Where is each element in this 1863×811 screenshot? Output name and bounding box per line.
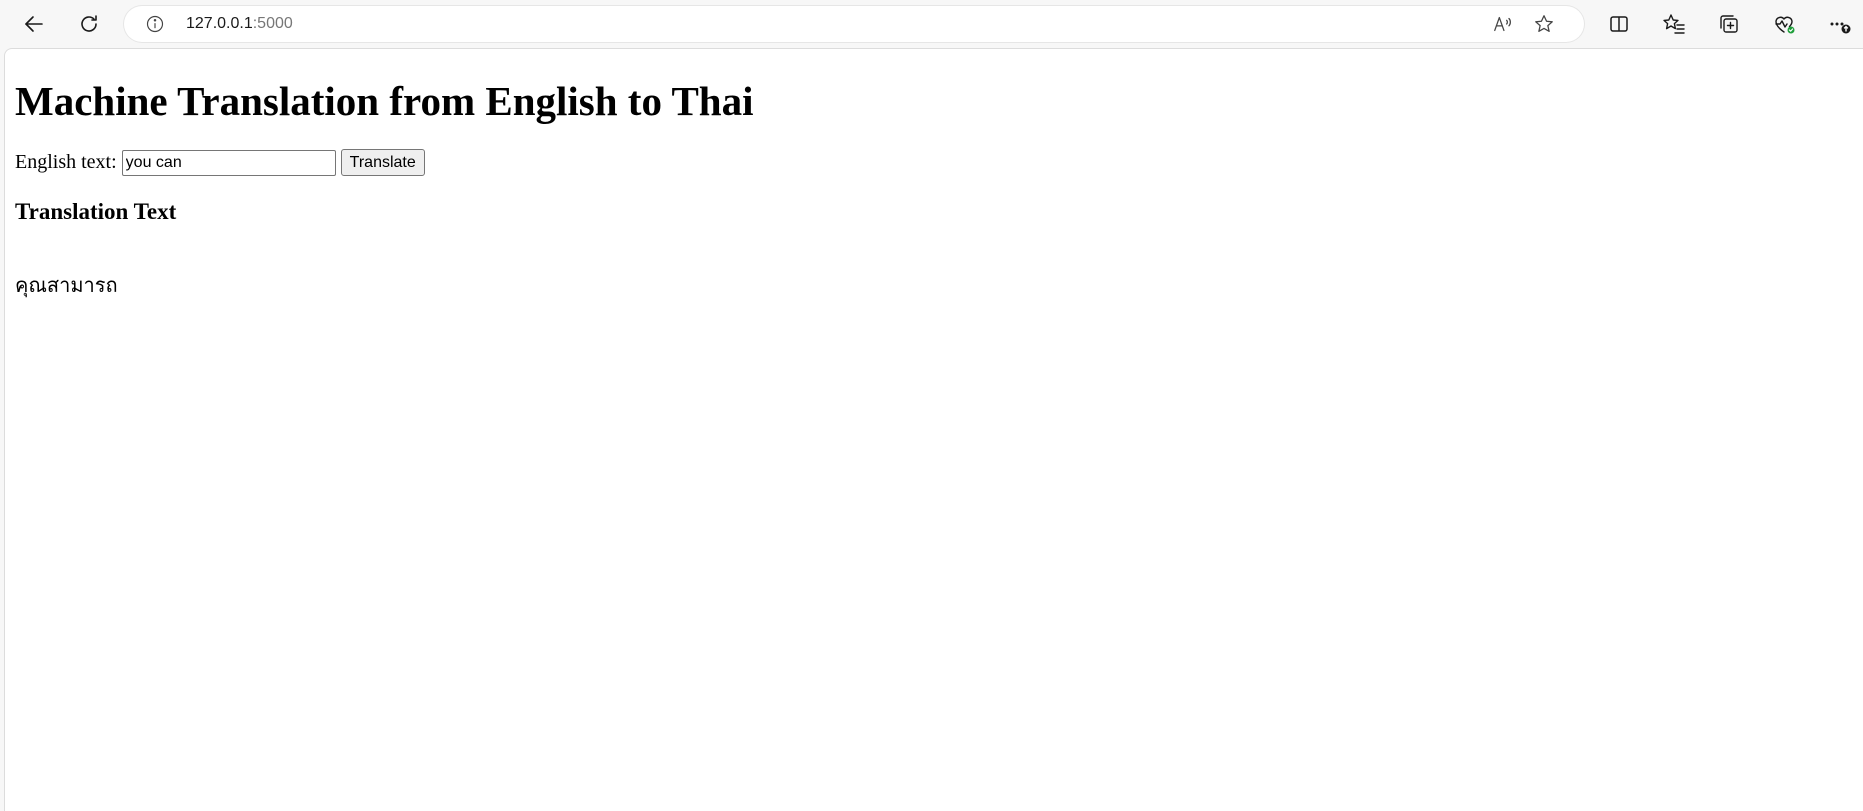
translation-result: คุณสามารถ: [15, 273, 118, 297]
refresh-icon: [81, 15, 97, 32]
url-text[interactable]: 127.0.0.1:5000: [186, 15, 293, 33]
read-aloud-button[interactable]: [1489, 10, 1517, 38]
translation-heading: Translation Text: [15, 199, 177, 224]
back-icon: [25, 16, 43, 32]
more-icon: [1830, 22, 1851, 34]
info-icon: [146, 15, 164, 33]
site-info-button[interactable]: [144, 13, 166, 35]
translate-form: English text: Translate: [15, 149, 425, 176]
favorites-icon: [1663, 14, 1685, 34]
favorite-button[interactable]: [1530, 10, 1558, 38]
english-text-label: English text:: [15, 151, 117, 173]
more-button[interactable]: [1819, 4, 1859, 44]
browser-essentials-icon: [1775, 16, 1795, 34]
translate-button[interactable]: Translate: [340, 149, 425, 176]
favorites-button[interactable]: [1654, 4, 1694, 44]
split-screen-icon: [1610, 16, 1628, 32]
favorite-star-icon: [1535, 15, 1553, 32]
browser-essentials-button[interactable]: [1764, 4, 1804, 44]
url-host: 127.0.0.1: [186, 15, 253, 32]
url-port: :5000: [252, 15, 293, 32]
read-aloud-icon: [1494, 16, 1511, 32]
back-button[interactable]: [14, 4, 54, 44]
split-screen-button[interactable]: [1599, 4, 1639, 44]
page-viewport: Machine Translation from English to Thai…: [4, 48, 1863, 811]
english-text-input[interactable]: [121, 149, 336, 176]
browser-toolbar: 127.0.0.1:5000: [0, 0, 1863, 48]
address-bar[interactable]: 127.0.0.1:5000: [124, 6, 1584, 42]
refresh-button[interactable]: [69, 4, 109, 44]
page-title: Machine Translation from English to Thai: [15, 78, 754, 124]
collections-icon: [1720, 15, 1738, 33]
collections-button[interactable]: [1709, 4, 1749, 44]
